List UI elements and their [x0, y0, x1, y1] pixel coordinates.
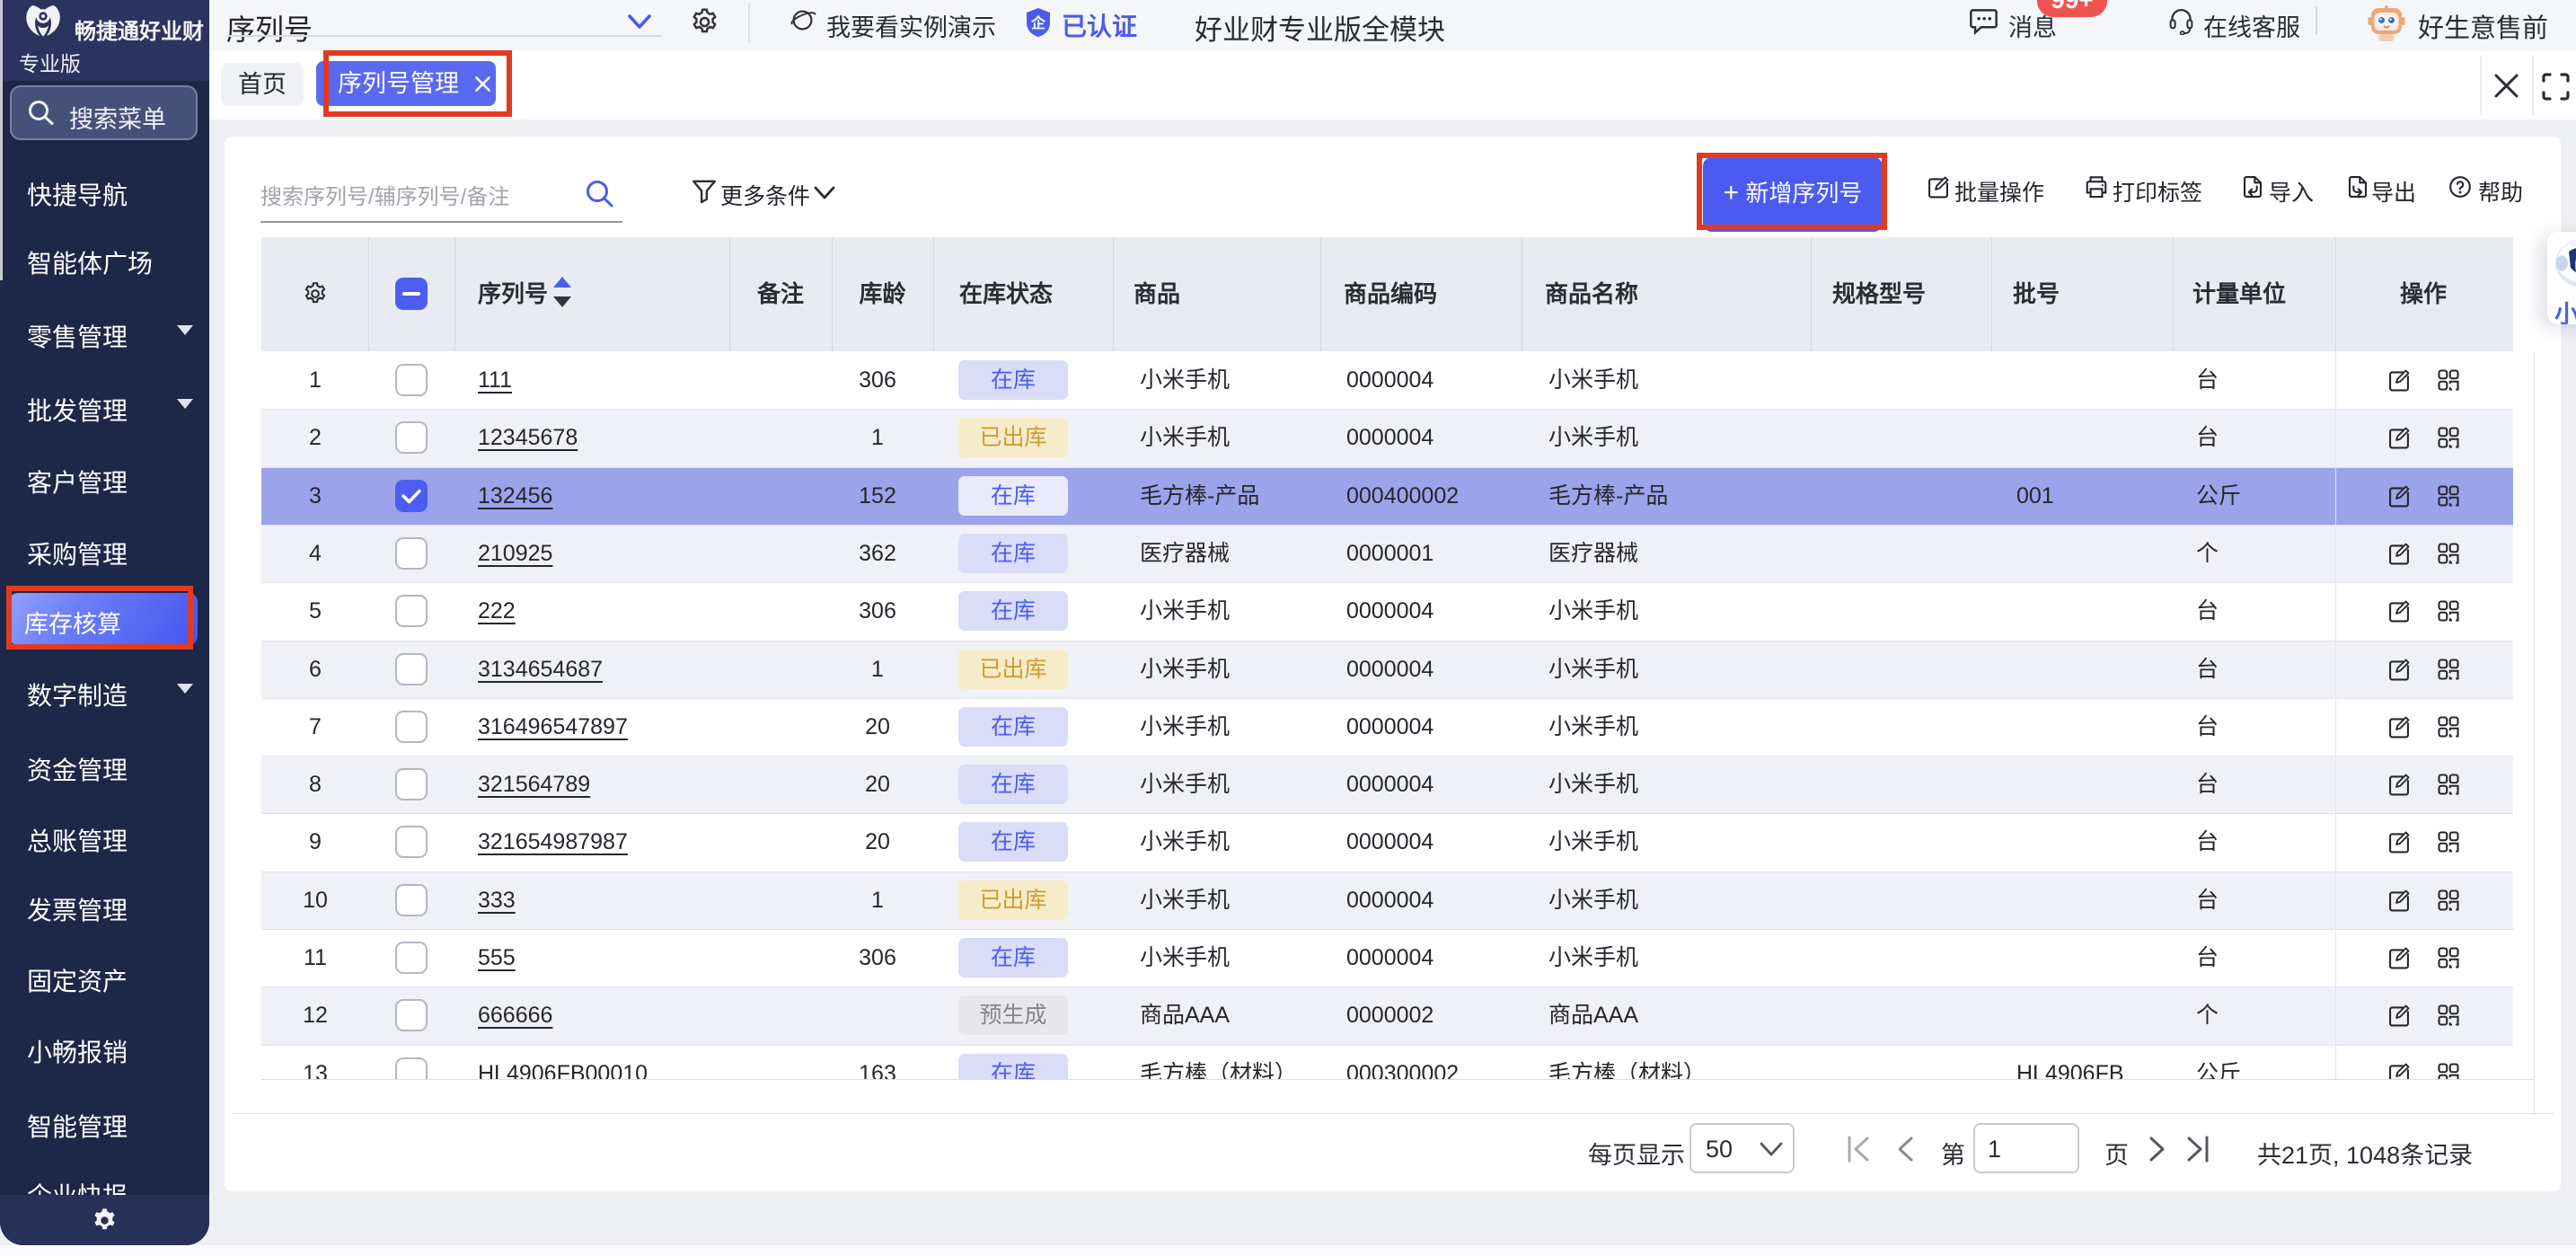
- svg-text:企: 企: [1030, 14, 1046, 31]
